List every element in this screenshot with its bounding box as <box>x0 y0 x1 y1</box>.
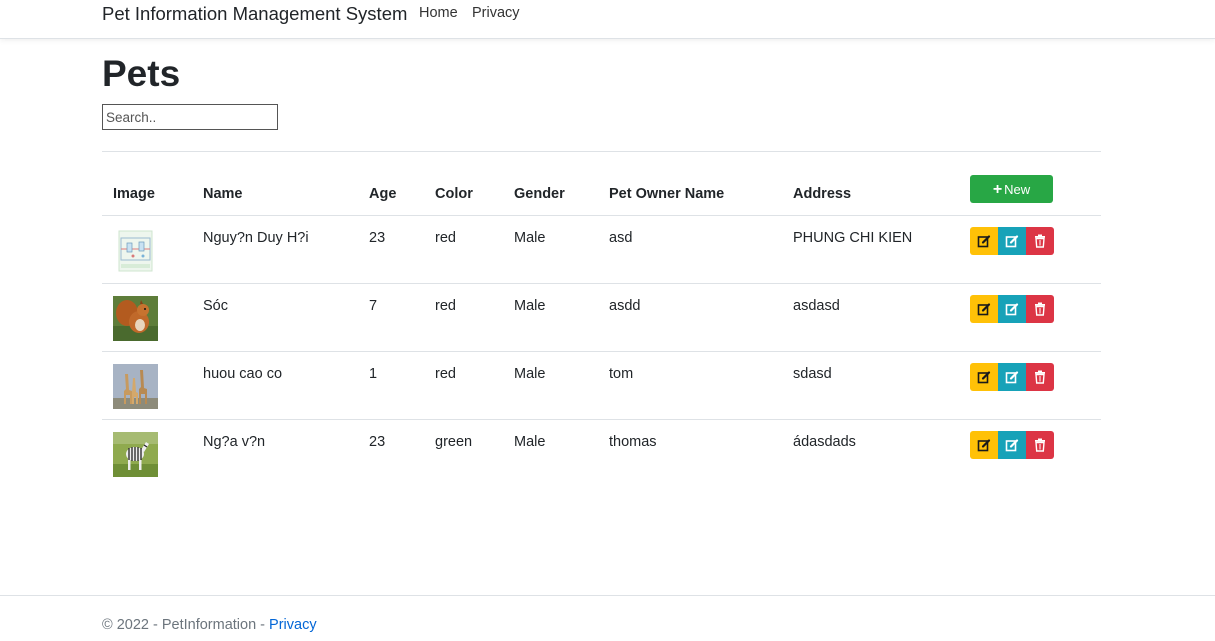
pet-color: red <box>435 215 514 284</box>
header-image: Image <box>102 151 203 216</box>
header-actions: + New <box>970 151 1101 216</box>
edit-icon <box>977 439 991 452</box>
pet-address: PHUNG CHI KIEN <box>793 215 970 284</box>
edit-icon <box>1005 371 1019 384</box>
edit-icon <box>1005 235 1019 248</box>
image-cell <box>102 283 203 352</box>
delete-button[interactable] <box>1026 363 1054 391</box>
trash-icon <box>1035 438 1045 452</box>
edit-icon <box>1005 439 1019 452</box>
edit-icon <box>1005 303 1019 316</box>
trash-icon <box>1035 234 1045 248</box>
header-owner: Pet Owner Name <box>609 151 793 216</box>
top-navbar: Pet Information Management System Home P… <box>0 0 1215 39</box>
new-button-label: New <box>1004 182 1031 197</box>
details-button[interactable] <box>998 431 1026 459</box>
pet-owner: asdd <box>609 283 793 352</box>
pet-name: Ng?a v?n <box>203 434 266 450</box>
zebra-photo-image <box>113 432 158 477</box>
action-buttons <box>970 363 1101 391</box>
pet-address: asdasd <box>793 283 970 352</box>
header-address: Address <box>793 151 970 216</box>
page-title: Pets <box>102 53 181 94</box>
footer-privacy-link[interactable]: Privacy <box>269 617 317 633</box>
header-gender: Gender <box>514 151 609 216</box>
actions-cell <box>970 351 1101 420</box>
footer-copyright: © 2022 - PetInformation - <box>102 617 270 633</box>
new-pet-button[interactable]: + New <box>970 175 1053 203</box>
pets-table: Image Name Age Color Gender Pet Owner Na… <box>102 151 1101 487</box>
pet-color: red <box>435 351 514 420</box>
nav-privacy-link[interactable]: Privacy <box>472 5 520 21</box>
action-buttons <box>970 295 1101 323</box>
trash-icon <box>1035 302 1045 316</box>
edit-button[interactable] <box>970 431 998 459</box>
pet-gender: Male <box>514 434 546 450</box>
table-row: Sóc 7 red Male asdd asdasd <box>102 283 1101 352</box>
pet-name: Sóc <box>203 283 369 352</box>
pet-owner: asd <box>609 215 793 284</box>
details-button[interactable] <box>998 227 1026 255</box>
trash-icon <box>1035 370 1045 384</box>
table-header-row: Image Name Age Color Gender Pet Owner Na… <box>102 151 1101 216</box>
pet-address: sdasd <box>793 351 970 420</box>
squirrel-photo-image <box>113 296 158 341</box>
pet-age: 23 <box>369 434 386 450</box>
header-age: Age <box>369 151 435 216</box>
actions-cell <box>970 215 1101 284</box>
pet-age: 1 <box>369 351 435 420</box>
edit-button[interactable] <box>970 295 998 323</box>
diagram-thumbnail-image <box>113 228 158 273</box>
footer: © 2022 - PetInformation - Privacy <box>0 595 1215 641</box>
giraffes-photo-image <box>113 364 158 409</box>
edit-icon <box>977 371 991 384</box>
pet-name: huou cao co <box>203 351 369 420</box>
action-buttons <box>970 227 1101 255</box>
header-color: Color <box>435 151 514 216</box>
actions-cell <box>970 283 1101 352</box>
pet-name: Nguy?n Duy H?i <box>203 215 369 284</box>
search-input[interactable] <box>102 104 278 130</box>
pet-address: ádasdads <box>793 434 856 450</box>
plus-icon: + <box>992 181 1003 198</box>
pet-owner: thomas <box>609 434 657 450</box>
footer-text-block: © 2022 - PetInformation - Privacy <box>102 617 317 633</box>
edit-icon <box>977 303 991 316</box>
pet-gender: Male <box>514 215 609 284</box>
details-button[interactable] <box>998 363 1026 391</box>
pet-color: green <box>435 434 473 450</box>
pet-gender: Male <box>514 351 609 420</box>
edit-button[interactable] <box>970 227 998 255</box>
image-cell <box>102 351 203 420</box>
table-row: huou cao co 1 red Male tom sdasd <box>102 351 1101 420</box>
delete-button[interactable] <box>1026 295 1054 323</box>
table-row: Nguy?n Duy H?i 23 red Male asd PHUNG CHI… <box>102 215 1101 284</box>
image-cell <box>102 215 203 284</box>
actions-cell <box>970 420 1101 488</box>
pet-age: 23 <box>369 215 435 284</box>
brand-link[interactable]: Pet Information Management System <box>102 3 407 25</box>
pet-gender: Male <box>514 283 609 352</box>
edit-button[interactable] <box>970 363 998 391</box>
delete-button[interactable] <box>1026 431 1054 459</box>
pet-age: 7 <box>369 283 435 352</box>
image-cell <box>102 420 203 488</box>
table-row: Ng?a v?n 23 green Male thomas ádasdads <box>102 420 1101 488</box>
action-buttons <box>970 431 1101 459</box>
delete-button[interactable] <box>1026 227 1054 255</box>
edit-icon <box>977 235 991 248</box>
nav-home-link[interactable]: Home <box>419 5 458 21</box>
header-name: Name <box>203 151 369 216</box>
details-button[interactable] <box>998 295 1026 323</box>
pet-color: red <box>435 283 514 352</box>
pet-owner: tom <box>609 351 793 420</box>
